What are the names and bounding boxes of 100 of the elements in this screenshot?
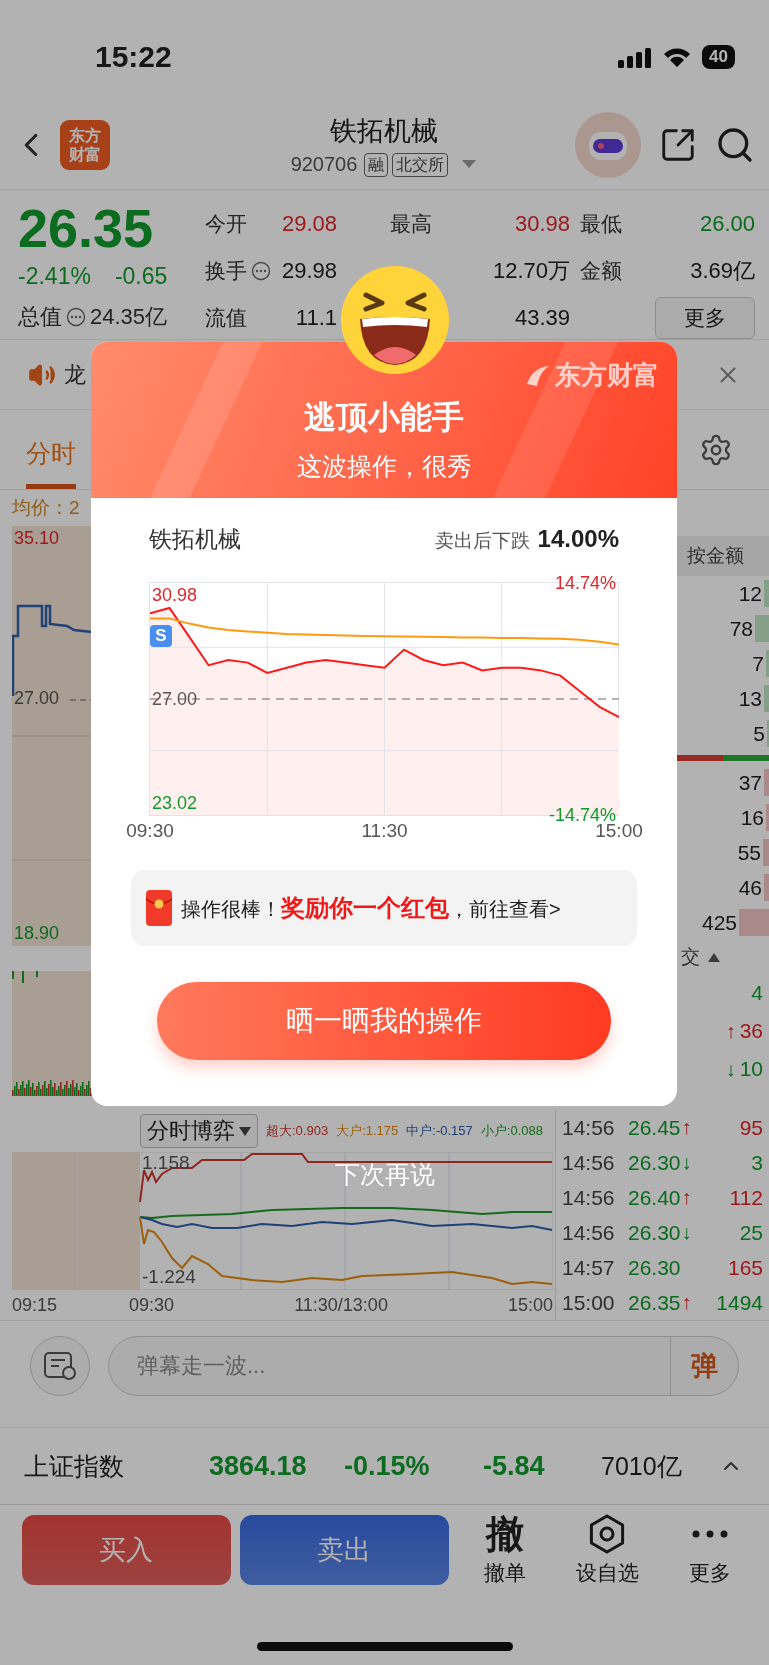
axis-label: 1.158: [142, 1152, 190, 1174]
reference-label: 27.00: [152, 688, 198, 710]
stat-value: 11.1: [295, 304, 337, 331]
trade-volume: 95: [739, 1115, 763, 1140]
volume-bar: [764, 685, 769, 712]
stat-value: 29.08: [281, 210, 337, 237]
axis-label: 35.10: [14, 528, 60, 549]
brand-name: 东方财富: [555, 359, 659, 392]
comment-field[interactable]: 弹幕走一波... 弹: [108, 1335, 739, 1396]
stat-value: 30.98: [514, 210, 570, 237]
volume-bar: [766, 804, 769, 831]
stock-price: 26.35: [18, 198, 155, 258]
robot-avatar[interactable]: [575, 111, 641, 178]
sort-label[interactable]: 按金额: [677, 536, 769, 576]
volume-bar: [764, 580, 769, 607]
caret-up-icon[interactable]: [708, 952, 720, 962]
share-button[interactable]: 晒一晒我的操作: [157, 982, 611, 1060]
stat-label: 总值: [18, 303, 62, 331]
order-volume: 78: [729, 616, 753, 641]
status-time: 15:22: [95, 40, 172, 74]
reward-banner[interactable]: 操作很棒！奖励你一个红包，前往查看>: [131, 870, 637, 946]
index-value: 3864.18: [209, 1450, 308, 1482]
axis-label: -1.224: [142, 1266, 196, 1288]
order-volume: 46: [738, 875, 762, 900]
stat-label: 最低: [580, 210, 622, 237]
volume-bar: [764, 769, 769, 796]
axis-label: 23.02: [152, 791, 198, 814]
sell-marker: S: [150, 625, 172, 647]
trade-price: 26.35: [628, 1290, 681, 1315]
stock-name: 铁拓机械: [149, 525, 241, 554]
stat-label: 换手: [205, 257, 247, 284]
order-volume: 37: [738, 770, 762, 795]
stat-value: 29.98: [281, 257, 337, 284]
trade-volume: 4: [751, 981, 763, 1005]
axis-label: 14.74%: [554, 572, 616, 594]
battery-level: 40: [702, 45, 735, 69]
change-percent: -2.41%: [18, 262, 91, 290]
legend-label: 中户:-0.157: [406, 1122, 473, 1140]
axis-label: 30.98: [152, 584, 198, 607]
stat-label: 今开: [205, 210, 247, 237]
index-change: -5.84: [483, 1450, 546, 1482]
trend-arrow: ↓: [681, 1220, 692, 1245]
average-price-label: 均价：2: [12, 496, 81, 520]
toolbar-button[interactable]: 撤 撤单: [457, 1512, 552, 1588]
trend-arrow: ↓: [725, 1057, 736, 1081]
sell-button[interactable]: 卖出: [239, 1515, 449, 1585]
order-volume: 425: [701, 910, 737, 935]
trade-volume: 25: [739, 1220, 763, 1245]
trade-volume: 1494: [716, 1290, 763, 1315]
axis-label: 27.00: [14, 688, 60, 709]
settings-icon[interactable]: [699, 432, 733, 467]
toolbar-button[interactable]: 设自选: [560, 1512, 655, 1588]
indicator-dropdown[interactable]: 分时博弈: [140, 1114, 258, 1148]
trade-volume: 3: [751, 1150, 763, 1175]
trade-volume: 36: [739, 1019, 763, 1043]
axis-label: 18.90: [14, 923, 60, 944]
toolbar-button[interactable]: 更多: [663, 1512, 757, 1588]
change-amount: -0.65: [114, 262, 168, 290]
reference-line: [69, 699, 92, 701]
stat-value: 3.69亿: [690, 256, 755, 285]
trade-price: 26.45: [628, 1115, 681, 1140]
time-label: 09:30: [129, 1294, 175, 1316]
caret-down-icon[interactable]: [462, 159, 477, 170]
time-label: 11:30/13:00: [294, 1294, 388, 1316]
more-button[interactable]: 更多: [655, 296, 755, 339]
reward-message[interactable]: 操作很棒！奖励你一个红包，前往查看>: [181, 892, 561, 924]
trend-arrow: ↑: [681, 1185, 692, 1210]
trade-time: 14:57: [562, 1255, 616, 1280]
trade-price: 26.30: [628, 1150, 681, 1175]
trend-arrow: ↑: [681, 1290, 692, 1315]
market-tag: 北交所: [392, 152, 449, 177]
stat-value: 43.39: [514, 304, 570, 331]
brand-logo-icon: [525, 363, 551, 388]
order-volume: 12: [738, 581, 762, 606]
stat-value: 24.35亿: [90, 303, 168, 331]
volume-bar: [766, 650, 769, 677]
signal-icon: [618, 46, 653, 68]
legend-label: 小户:0.088: [480, 1122, 543, 1140]
app-logo: 东方财富: [60, 119, 110, 170]
order-volume: 13: [738, 686, 762, 711]
stat-value: 26.00: [699, 210, 755, 237]
index-amount: 7010亿: [601, 1450, 683, 1482]
axis-label: 09:30: [126, 820, 174, 842]
volume-bar: [764, 874, 769, 901]
trade-volume: 165: [727, 1255, 763, 1280]
send-button[interactable]: 弹: [670, 1336, 738, 1395]
trend-arrow: ↑: [725, 1019, 736, 1043]
buy-button[interactable]: 买入: [22, 1515, 231, 1585]
more-icon: [692, 1530, 729, 1538]
volume-bar: [763, 839, 769, 866]
popup-title: 逃顶小能手: [304, 398, 464, 437]
trade-volume: 10: [739, 1057, 763, 1081]
order-volume: 5: [753, 721, 765, 746]
caret-down-icon: [239, 1126, 251, 1136]
stat-label: 最高: [390, 210, 432, 237]
stock-title: 铁拓机械: [329, 114, 438, 148]
trade-time: 14:56: [562, 1150, 616, 1175]
trade-time: 15:00: [562, 1290, 616, 1315]
trade-time: 14:56: [562, 1115, 616, 1140]
time-label: 15:00: [507, 1294, 553, 1316]
